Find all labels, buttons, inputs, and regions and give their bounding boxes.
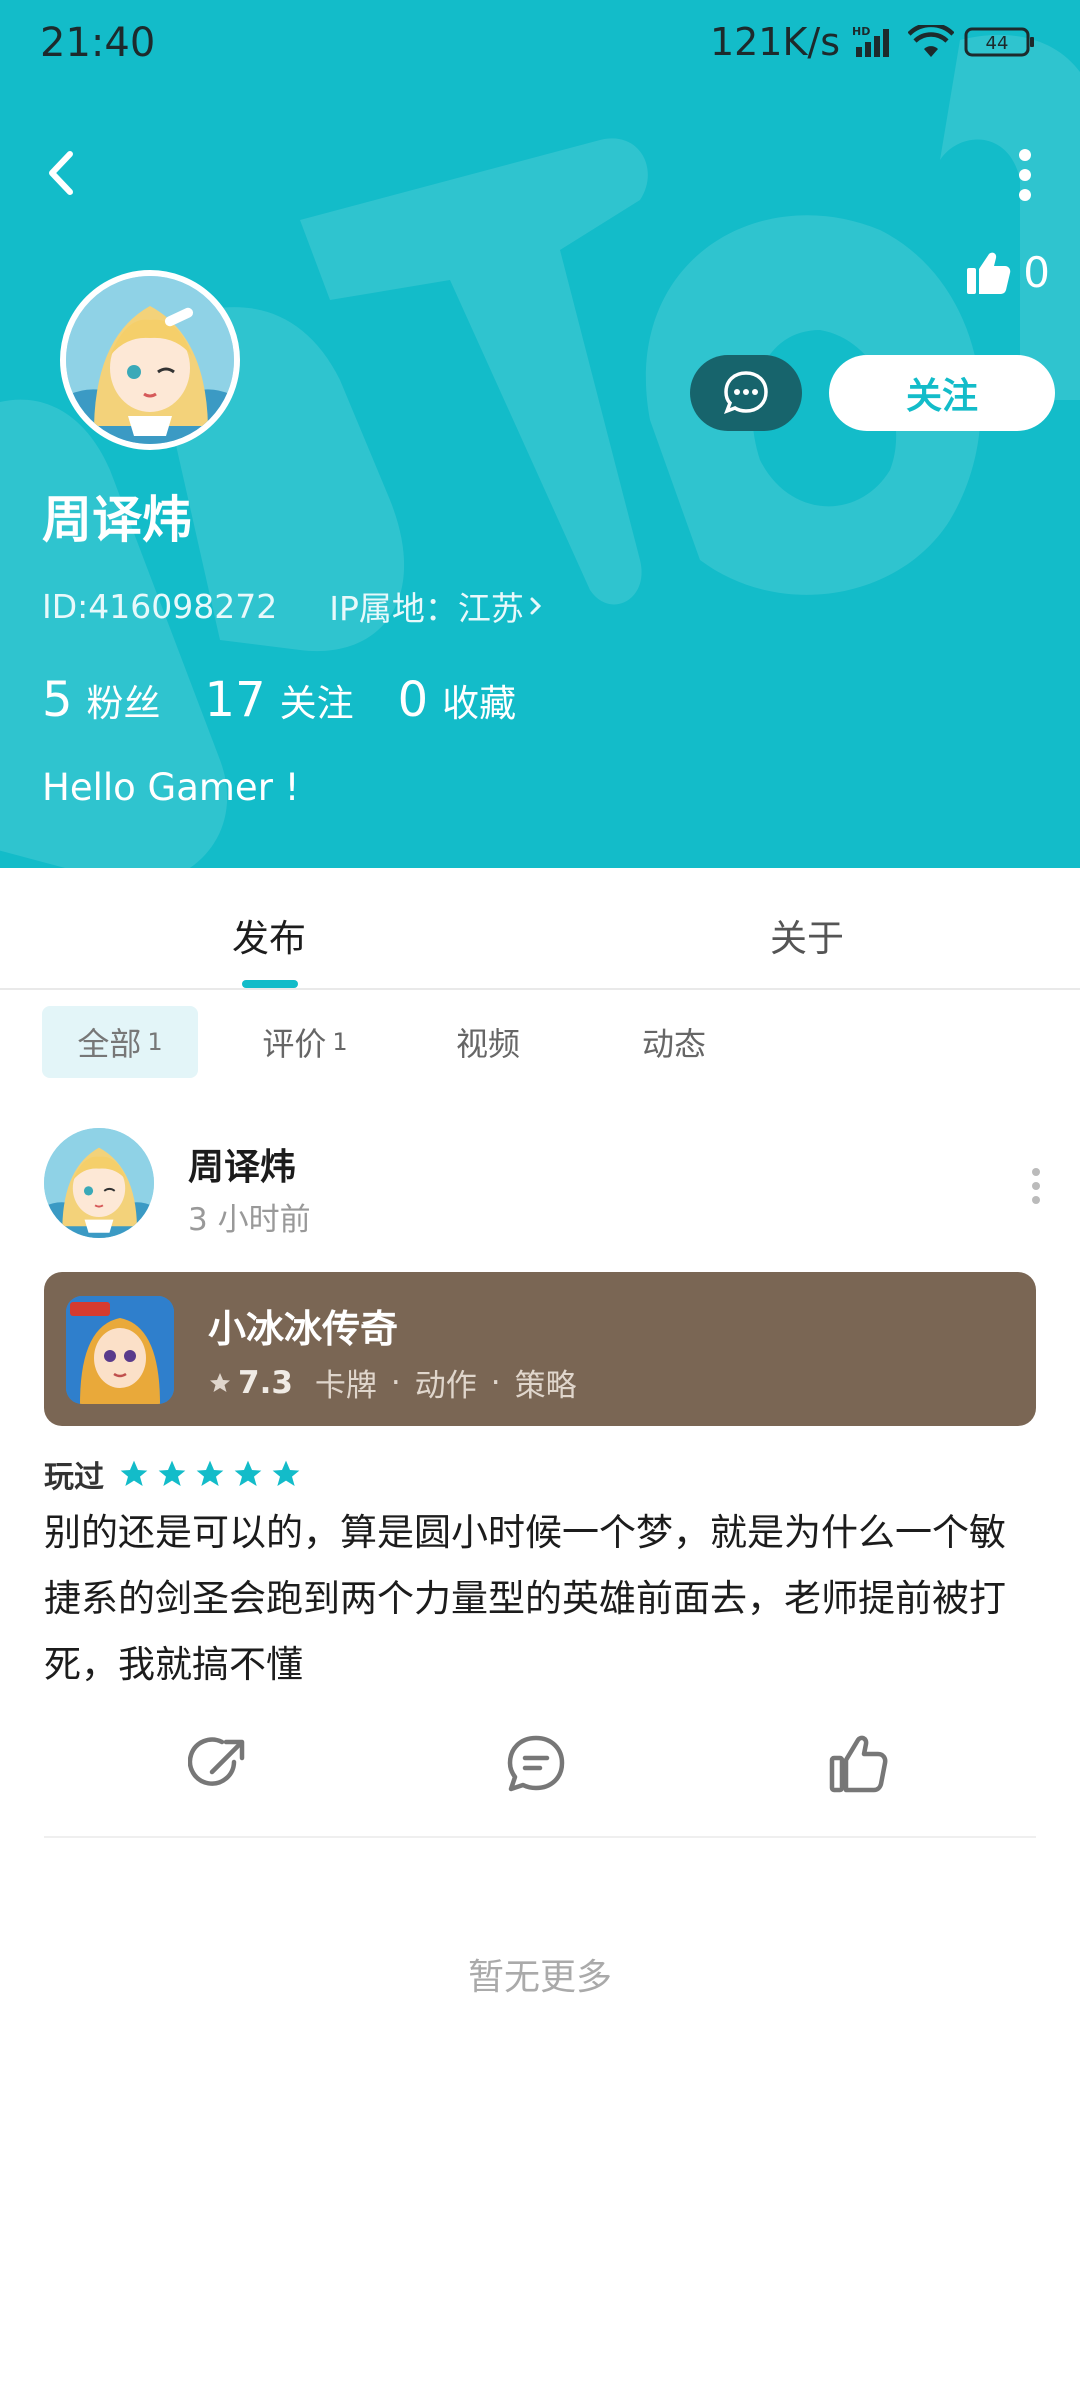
chat-bubble-icon [724,371,768,414]
profile-bio: Hello Gamer ! [42,766,300,809]
post-author-name[interactable]: 周译炜 [188,1138,296,1190]
tag-separator: · [490,1364,501,1401]
message-button[interactable] [690,355,802,431]
game-tag: 动作 [414,1368,477,1404]
post-author-avatar[interactable] [44,1128,154,1238]
subtab-label: 全部 [77,1025,142,1063]
chevron-right-icon [530,597,541,615]
profile-avatar[interactable] [60,270,240,450]
subtab-label: 视频 [455,1025,520,1063]
subtab-all[interactable]: 全部 1 [42,1006,198,1078]
svg-text:HD: HD [852,25,870,38]
status-bar: 21:40 121K/s HD 44 [0,0,1080,90]
subtab-count: 1 [147,1028,163,1056]
review-text[interactable]: 别的还是可以的，算是圆小时候一个梦，就是为什么一个敏捷系的剑圣会跑到两个力量型的… [44,1500,1040,1698]
ip-location-label: IP属地：江苏 [329,589,524,628]
profile-like-button[interactable]: 0 [965,248,1050,297]
game-tag: 策略 [514,1368,577,1404]
network-speed: 121K/s [709,20,840,64]
post-divider [44,1836,1036,1838]
back-arrow-icon[interactable] [34,138,94,208]
stat-following[interactable]: 17 关注 [205,672,354,728]
game-title: 小冰冰传奇 [208,1307,399,1351]
id-row: ID:416098272 IP属地：江苏 [42,582,548,630]
game-card[interactable]: 小冰冰传奇 7.3 卡牌 · 动作 · 策略 [44,1272,1036,1426]
rating-star-icon [272,1460,300,1486]
game-meta: 7.3 卡牌 · 动作 · 策略 [208,1360,577,1405]
svg-text:44: 44 [986,33,1009,54]
like-icon[interactable] [826,1732,890,1796]
avatar-illustration [66,276,234,444]
played-label: 玩过 [44,1460,104,1495]
follow-button[interactable]: 关注 [829,355,1055,431]
rating-star-icon [120,1460,148,1486]
subtab-video[interactable]: 视频 [426,1006,550,1078]
tab-about[interactable]: 关于 [770,908,844,962]
no-more-text: 暂无更多 [467,1957,612,1998]
status-icons: 121K/s HD 44 [710,20,1036,64]
subtab-dynamic[interactable]: 动态 [612,1006,736,1078]
avatar-illustration [44,1128,154,1238]
game-tag: 卡牌 [314,1368,377,1404]
game-icon-art [66,1296,174,1404]
stat-number: 17 [204,672,266,728]
game-score: 7.3 [238,1364,293,1401]
subtab-label: 动态 [641,1025,706,1063]
stat-number: 5 [42,672,73,728]
post-actions [0,1732,1080,1802]
profile-like-count: 0 [1023,248,1050,297]
ip-location[interactable]: IP属地：江苏 [329,582,548,630]
profile-header: 21:40 121K/s HD 44 0 关注 周译炜 ID:416098272… [0,0,1080,868]
played-rating-row: 玩过 [44,1452,302,1496]
game-icon [66,1296,174,1404]
more-vertical-icon[interactable] [1010,140,1040,210]
stat-fans[interactable]: 5 粉丝 [42,672,161,728]
post-more-icon[interactable] [1028,1166,1044,1206]
tab-indicator [242,980,298,988]
subtab-review[interactable]: 评价 1 [230,1006,380,1078]
tab-publish[interactable]: 发布 [232,908,306,962]
rating-star-icon [234,1460,262,1486]
stat-favorites[interactable]: 0 收藏 [398,672,517,728]
stats-row: 5 粉丝 17 关注 0 收藏 [42,672,560,728]
post-time: 3 小时前 [188,1202,311,1238]
main-tabs: 发布 关于 [0,868,1080,990]
stat-label: 粉丝 [86,682,161,725]
signal-icon: HD [852,25,889,57]
thumb-up-icon [967,252,1011,294]
sub-tabs: 全部 1 评价 1 视频 动态 [0,1006,1080,1078]
stat-number: 0 [397,672,429,728]
rating-star-icon [196,1460,224,1486]
comment-icon[interactable] [504,1732,568,1796]
stat-label: 关注 [279,682,354,725]
share-icon[interactable] [188,1732,252,1796]
status-time: 21:40 [40,20,156,66]
subtab-label: 评价 [262,1025,327,1063]
rating-star-icon [158,1460,186,1486]
rating-stars [118,1458,302,1490]
tag-separator: · [390,1364,401,1401]
star-icon [210,1372,230,1392]
profile-username: 周译炜 [42,491,192,549]
wifi-icon [908,25,954,57]
battery-icon: 44 [964,27,1034,57]
user-id: ID:416098272 [42,586,278,626]
subtab-count: 1 [332,1028,348,1056]
stat-label: 收藏 [442,682,517,725]
